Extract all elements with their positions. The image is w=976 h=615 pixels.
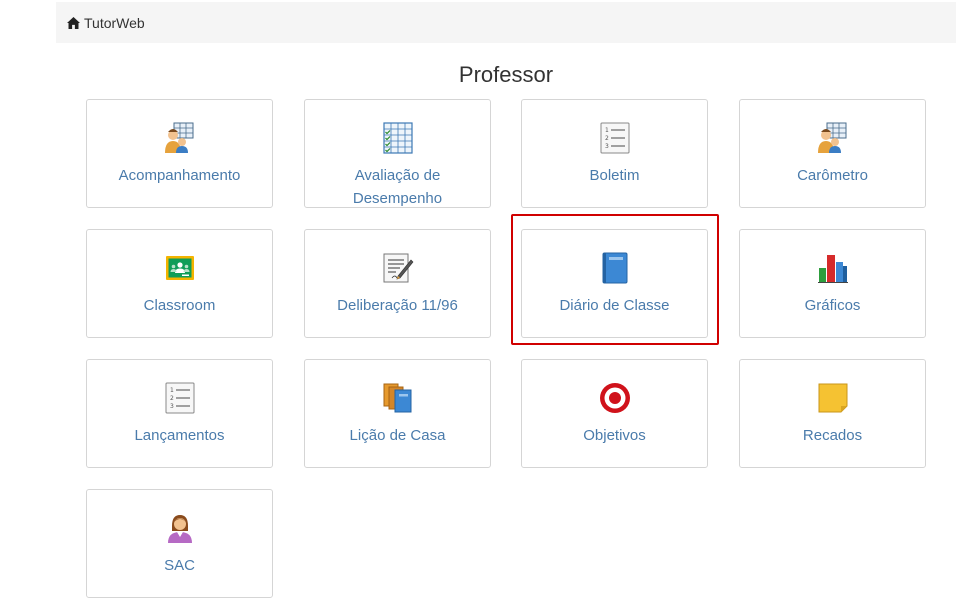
tile-label: Boletim [589,167,640,184]
tile-classroom[interactable]: Classroom [86,229,273,338]
tile-boletim[interactable]: 1 2 3 Boletim [521,99,708,208]
tile-label: SAC [164,557,195,574]
tile-recados[interactable]: Recados [739,359,926,468]
google-classroom-icon [165,256,194,280]
tile-label: Gráficos [804,297,861,314]
breadcrumb-home-link[interactable]: TutorWeb [84,15,145,31]
tile-deliberacao[interactable]: Deliberação 11/96 [304,229,491,338]
tile-objetivos[interactable]: Objetivos [521,359,708,468]
document-pen-icon [383,253,413,283]
tile-graficos[interactable]: Gráficos [739,229,926,338]
tile-label: Classroom [143,297,216,314]
svg-text:1: 1 [170,387,174,394]
sticky-note-icon [818,383,847,413]
numbered-list-icon: 1 2 3 [165,382,194,414]
teacher-board-icon [164,122,193,153]
blue-book-icon [602,252,627,284]
tile-label: Avaliação de Desempenho [352,167,443,207]
tile-label: Diário de Classe [559,297,670,314]
svg-text:3: 3 [170,403,174,410]
svg-text:1: 1 [605,127,609,134]
tile-carometro[interactable]: Carômetro [739,99,926,208]
tile-label: Lançamentos [134,427,225,444]
svg-text:3: 3 [605,143,609,150]
home-icon[interactable] [67,16,80,29]
tile-acompanhamento[interactable]: Acompanhamento [86,99,273,208]
tile-label: Acompanhamento [118,167,241,184]
svg-text:2: 2 [170,395,174,402]
tile-sac[interactable]: SAC [86,489,273,598]
tile-label: Objetivos [583,427,646,444]
tile-label: Lição de Casa [349,427,446,444]
tile-label: Carômetro [797,167,868,184]
tile-lancamentos[interactable]: 1 2 3 Lançamentos [86,359,273,468]
tile-label: Deliberação 11/96 [337,297,458,314]
books-icon [383,383,411,413]
tile-label: Recados [802,427,863,444]
tile-avaliacao-desempenho[interactable]: Avaliação de Desempenho [304,99,491,208]
checklist-grid-icon [382,122,413,154]
svg-text:2: 2 [605,135,609,142]
tile-diario-de-classe[interactable]: Diário de Classe [521,229,708,338]
breadcrumb: TutorWeb [56,2,956,43]
tile-licao-de-casa[interactable]: Lição de Casa [304,359,491,468]
page-title: Professor [458,62,554,87]
target-icon [599,383,630,413]
teacher-board-icon [817,122,846,153]
numbered-list-icon: 1 2 3 [600,122,629,154]
support-agent-icon [167,515,192,543]
bar-chart-icon [817,255,848,283]
